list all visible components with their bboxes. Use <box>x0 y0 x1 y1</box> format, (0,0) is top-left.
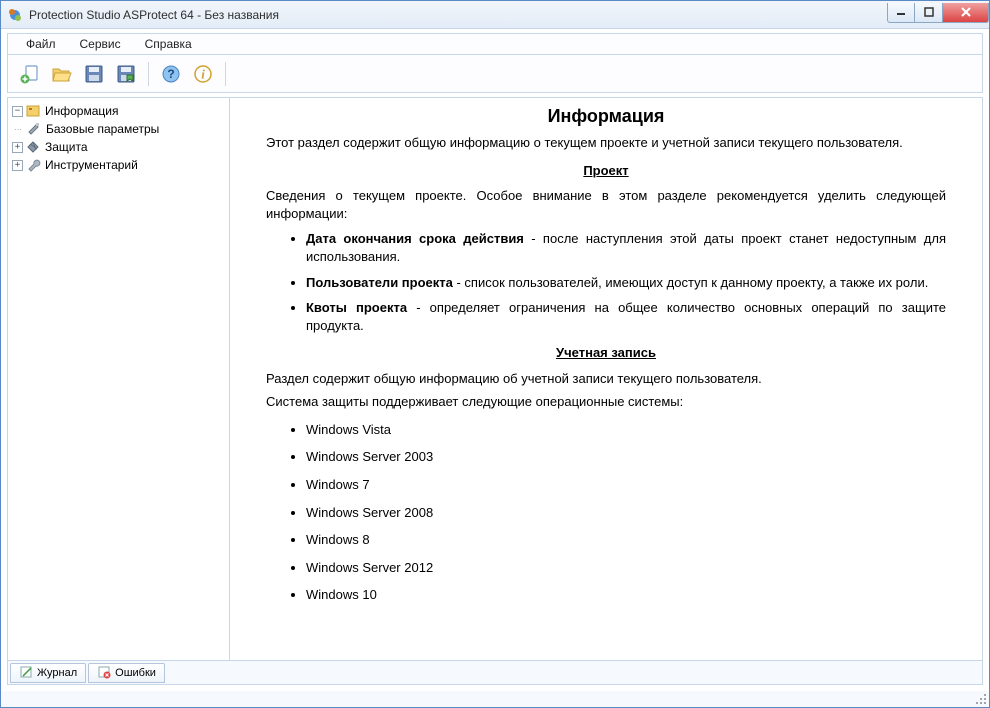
content-pane[interactable]: Информация Этот раздел содержит общую ин… <box>230 98 982 660</box>
info-icon <box>25 103 41 119</box>
account-intro: Раздел содержит общую информацию об учет… <box>266 370 946 388</box>
navigation-tree[interactable]: − Информация ⋯ Базовые параметры + Защит… <box>8 98 230 660</box>
intro-text: Этот раздел содержит общую информацию о … <box>266 134 946 152</box>
list-item: Windows 10 <box>306 586 946 604</box>
bottom-tab-bar: Журнал Ошибки <box>8 660 982 684</box>
list-item: Windows Server 2003 <box>306 448 946 466</box>
tree-label: Защита <box>43 140 88 154</box>
split-container: − Информация ⋯ Базовые параметры + Защит… <box>8 98 982 660</box>
list-item: Windows Server 2012 <box>306 559 946 577</box>
list-item: Квоты проекта - определяет ограничения н… <box>306 299 946 334</box>
tab-label: Ошибки <box>115 667 156 679</box>
section-project: Проект <box>266 162 946 180</box>
open-button[interactable] <box>48 59 76 89</box>
window-title: Protection Studio ASProtect 64 - Без наз… <box>29 8 887 22</box>
tree-item-basic[interactable]: ⋯ Базовые параметры <box>10 120 227 138</box>
section-account: Учетная запись <box>266 344 946 362</box>
list-item: Пользователи проекта - список пользовате… <box>306 274 946 292</box>
status-bar <box>1 691 989 707</box>
project-intro: Сведения о текущем проекте. Особое внима… <box>266 187 946 222</box>
os-list: Windows Vista Windows Server 2003 Window… <box>266 421 946 604</box>
maximize-button[interactable] <box>915 3 943 23</box>
help-button[interactable]: ? <box>157 59 185 89</box>
wrench-icon <box>25 157 41 173</box>
save-as-button[interactable] <box>112 59 140 89</box>
list-item: Windows 8 <box>306 531 946 549</box>
term: Квоты проекта <box>306 300 407 315</box>
tree-leaf-connector: ⋯ <box>12 125 24 134</box>
toolbar-separator <box>225 62 226 86</box>
tab-errors[interactable]: Ошибки <box>88 663 165 683</box>
list-item: Windows Vista <box>306 421 946 439</box>
menu-help[interactable]: Справка <box>135 35 202 53</box>
window-controls <box>887 3 989 23</box>
tree-expand-icon[interactable]: + <box>12 160 23 171</box>
about-button[interactable]: i <box>189 59 217 89</box>
resize-grip[interactable] <box>975 693 987 705</box>
tree-collapse-icon[interactable]: − <box>12 106 23 117</box>
tree-expand-icon[interactable]: + <box>12 142 23 153</box>
toolbar: ? i <box>7 55 983 93</box>
app-icon <box>7 7 23 23</box>
tab-label: Журнал <box>37 667 77 679</box>
tab-journal[interactable]: Журнал <box>10 663 86 683</box>
close-button[interactable] <box>943 3 989 23</box>
title-bar: Protection Studio ASProtect 64 - Без наз… <box>1 1 989 29</box>
list-item: Дата окончания срока действия - после на… <box>306 230 946 265</box>
tree-item-protection[interactable]: + Защита <box>10 138 227 156</box>
tree-label: Информация <box>43 104 118 118</box>
term-desc: - список пользователей, имеющих доступ к… <box>453 275 928 290</box>
project-bullet-list: Дата окончания срока действия - после на… <box>266 230 946 334</box>
tree-label: Инструментарий <box>43 158 138 172</box>
menu-file[interactable]: Файл <box>16 35 66 53</box>
os-intro: Система защиты поддерживает следующие оп… <box>266 393 946 411</box>
menu-service[interactable]: Сервис <box>70 35 131 53</box>
list-item: Windows Server 2008 <box>306 504 946 522</box>
term: Пользователи проекта <box>306 275 453 290</box>
shield-icon <box>25 139 41 155</box>
save-button[interactable] <box>80 59 108 89</box>
minimize-button[interactable] <box>887 3 915 23</box>
journal-icon <box>19 665 33 682</box>
toolbar-separator <box>148 62 149 86</box>
list-item: Windows 7 <box>306 476 946 494</box>
page-title: Информация <box>266 104 946 128</box>
term: Дата окончания срока действия <box>306 231 524 246</box>
new-project-button[interactable] <box>16 59 44 89</box>
menu-bar: Файл Сервис Справка <box>7 33 983 55</box>
svg-text:?: ? <box>167 67 174 81</box>
errors-icon <box>97 665 111 682</box>
tree-label: Базовые параметры <box>44 122 159 136</box>
settings-icon <box>26 121 42 137</box>
svg-text:i: i <box>201 66 205 81</box>
tree-item-tools[interactable]: + Инструментарий <box>10 156 227 174</box>
client-area: − Информация ⋯ Базовые параметры + Защит… <box>7 97 983 685</box>
tree-item-info[interactable]: − Информация <box>10 102 227 120</box>
